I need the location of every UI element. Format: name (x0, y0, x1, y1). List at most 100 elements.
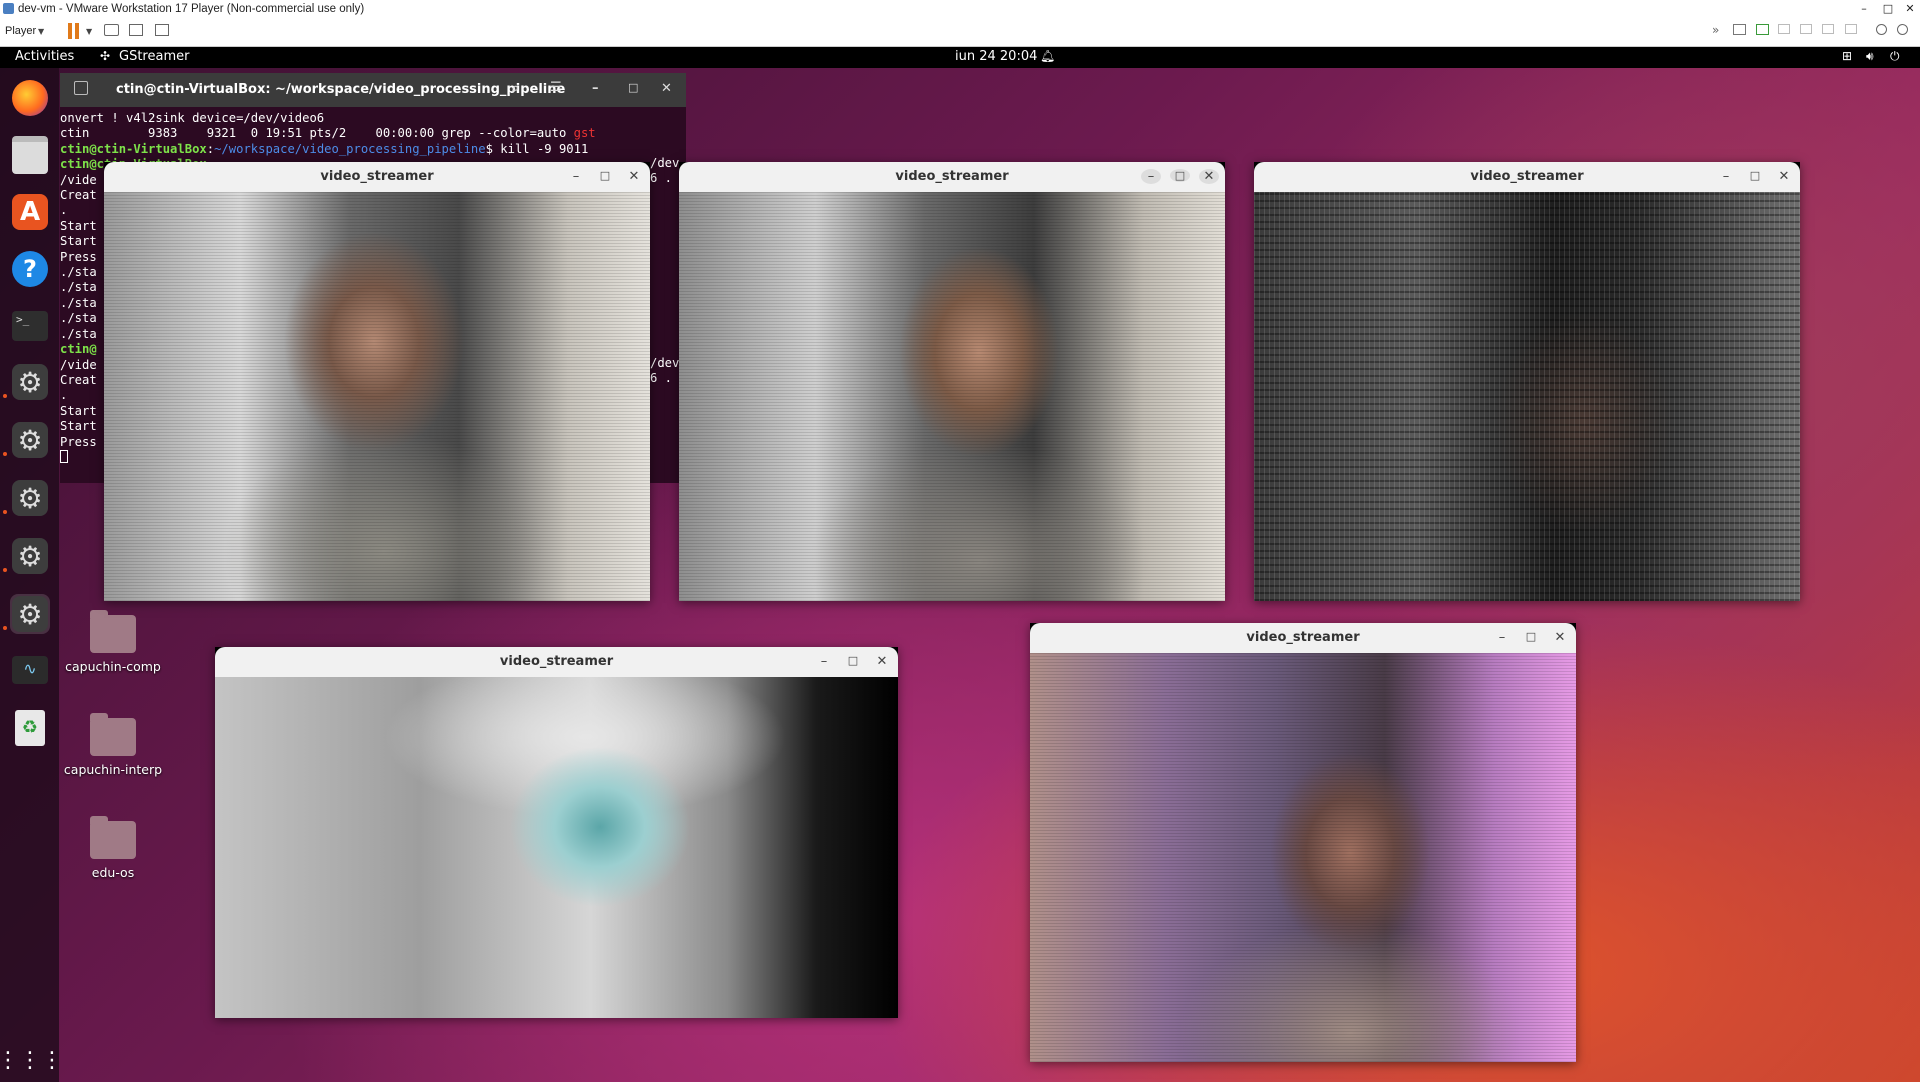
maximize-icon[interactable]: □ (595, 169, 615, 182)
close-icon[interactable]: ✕ (661, 81, 672, 96)
vmware-minimize-button[interactable]: – (1852, 0, 1876, 17)
vmware-title-bar: dev-vm - VMware Workstation 17 Player (N… (0, 0, 1920, 17)
maximize-icon[interactable]: □ (843, 654, 863, 667)
terminal-cursor (60, 449, 68, 463)
video-frame (679, 192, 1225, 601)
dock-terminal[interactable]: >_ (10, 306, 50, 346)
vmware-maximize-button[interactable]: □ (1876, 0, 1900, 17)
printer-device-icon[interactable] (1822, 24, 1834, 34)
player-menu-chevron-icon[interactable]: ▼ (38, 27, 44, 36)
vmware-app-icon (3, 3, 14, 14)
ubuntu-top-bar: Activities ✣ GStreamer iun 24 20:04 🔔︎ ⊞… (0, 47, 1920, 68)
maximize-icon[interactable]: □ (1170, 169, 1190, 182)
more-icon[interactable]: » (1712, 23, 1719, 37)
video-window-inverted[interactable]: video_streamer – □ ✕ (215, 647, 898, 1018)
minimize-icon[interactable]: – (566, 169, 586, 184)
settings-icon: ⚙ (12, 480, 48, 516)
zoom-icon[interactable] (1876, 24, 1887, 35)
dock-settings-3[interactable]: ⚙ (10, 478, 50, 518)
camera-device-icon[interactable] (1845, 24, 1857, 34)
close-icon[interactable]: ✕ (1774, 169, 1794, 184)
dock-settings-2[interactable]: ⚙ (10, 420, 50, 460)
dock-trash[interactable]: ♻ (10, 708, 50, 748)
removable-device-icon[interactable] (1733, 24, 1746, 35)
close-icon[interactable]: ✕ (872, 654, 892, 669)
video-window-header: video_streamer – □ ✕ (1030, 623, 1576, 653)
send-ctrl-alt-del-icon[interactable] (104, 24, 119, 36)
hamburger-menu-icon[interactable]: ☰ (550, 80, 562, 95)
folder-edu-os[interactable]: edu-os (63, 816, 163, 880)
dock-firefox[interactable] (10, 78, 50, 118)
maximize-icon[interactable]: □ (1745, 169, 1765, 182)
terminal-title: ctin@ctin-VirtualBox: ~/workspace/video_… (116, 82, 566, 97)
folder-capuchin-interp[interactable]: capuchin-interp (63, 713, 163, 777)
minimize-icon[interactable]: – (592, 81, 599, 96)
minimize-icon[interactable]: – (1492, 630, 1512, 645)
dock-system-monitor[interactable]: ∿ (10, 650, 50, 690)
new-tab-icon[interactable] (74, 81, 88, 95)
folder-label: capuchin-interp (63, 762, 163, 777)
minimize-icon[interactable]: – (1716, 169, 1736, 184)
close-icon[interactable]: ✕ (624, 169, 644, 184)
dock-files[interactable] (10, 135, 50, 175)
vmware-close-button[interactable]: ✕ (1898, 0, 1920, 17)
clock[interactable]: iun 24 20:04 (955, 49, 1037, 64)
gstreamer-app-icon: ✣ (100, 49, 111, 63)
minimize-icon[interactable]: – (1141, 169, 1161, 184)
firefox-icon (12, 80, 48, 116)
video-window-ascii[interactable]: video_streamer – □ ✕ (1254, 162, 1800, 601)
settings-icon: ⚙ (12, 596, 48, 632)
dock-settings-4[interactable]: ⚙ (10, 536, 50, 576)
video-window-header: video_streamer – □ ✕ (215, 647, 898, 677)
vmware-toolbar: Player ▼ ▼ » (0, 17, 1920, 47)
search-icon[interactable]: ⌕ (512, 81, 519, 96)
close-icon[interactable]: ✕ (1550, 630, 1570, 645)
usb-device-icon[interactable] (1778, 24, 1790, 34)
power-icon[interactable]: ⏻ (1890, 49, 1900, 64)
video-window-chromatic[interactable]: video_streamer – □ ✕ (679, 162, 1225, 601)
maximize-icon[interactable]: □ (1521, 630, 1541, 643)
settings-icon: ⚙ (12, 422, 48, 458)
pause-icon[interactable] (68, 23, 72, 39)
maximize-icon[interactable]: □ (628, 81, 638, 94)
dock-software[interactable]: A (10, 192, 50, 232)
terminal-header: ctin@ctin-VirtualBox: ~/workspace/video_… (60, 73, 686, 107)
active-app-menu[interactable]: GStreamer (119, 49, 189, 64)
minimize-icon[interactable]: – (814, 654, 834, 669)
ubuntu-software-icon: A (12, 194, 48, 230)
activities-button[interactable]: Activities (15, 49, 74, 64)
notification-bell-icon[interactable]: 🔔︎ (1040, 49, 1055, 63)
message-icon[interactable] (1897, 24, 1908, 35)
dock-help[interactable]: ? (10, 249, 50, 289)
dock-settings-1[interactable]: ⚙ (10, 362, 50, 402)
network-device-icon[interactable] (1756, 24, 1769, 35)
settings-icon: ⚙ (12, 538, 48, 574)
system-monitor-icon: ∿ (12, 656, 48, 684)
video-window-color-shift[interactable]: video_streamer – □ ✕ (1030, 623, 1576, 1062)
folder-label: edu-os (91, 865, 135, 880)
player-menu[interactable]: Player (5, 25, 36, 37)
vmware-window-title: dev-vm - VMware Workstation 17 Player (N… (18, 2, 365, 15)
unity-icon[interactable] (155, 24, 169, 36)
volume-icon[interactable]: 🔊︎ (1866, 49, 1874, 64)
terminal-icon: >_ (12, 311, 48, 341)
network-icon[interactable]: ⊞ (1842, 49, 1852, 63)
files-icon (12, 136, 48, 174)
close-icon[interactable]: ✕ (1199, 169, 1219, 184)
video-frame (1254, 192, 1800, 601)
folder-icon (90, 816, 136, 859)
folder-capuchin-comp[interactable]: capuchin-comp (63, 610, 163, 674)
video-window-vertigo[interactable]: video_streamer – □ ✕ (104, 162, 650, 601)
terminal-overflow-text: /dev 6 . (650, 156, 680, 186)
settings-icon: ⚙ (12, 364, 48, 400)
terminal-line: onvert ! v4l2sink device=/dev/video6 (60, 111, 325, 125)
fullscreen-icon[interactable] (129, 24, 143, 36)
terminal-line: ctin 9383 9321 0 19:51 pts/2 00:00:00 gr… (60, 126, 596, 141)
sound-device-icon[interactable] (1800, 24, 1812, 34)
app-grid-icon[interactable]: ⋮⋮⋮ (0, 1040, 63, 1080)
pause-dropdown-icon[interactable]: ▼ (86, 27, 92, 36)
terminal-overflow-text: /dev 6 . (650, 356, 680, 386)
dock-settings-5[interactable]: ⚙ (10, 594, 50, 634)
video-window-header: video_streamer – □ ✕ (1254, 162, 1800, 192)
terminal-prompt-line: ctin@ctin-VirtualBox:~/workspace/video_p… (60, 141, 589, 156)
